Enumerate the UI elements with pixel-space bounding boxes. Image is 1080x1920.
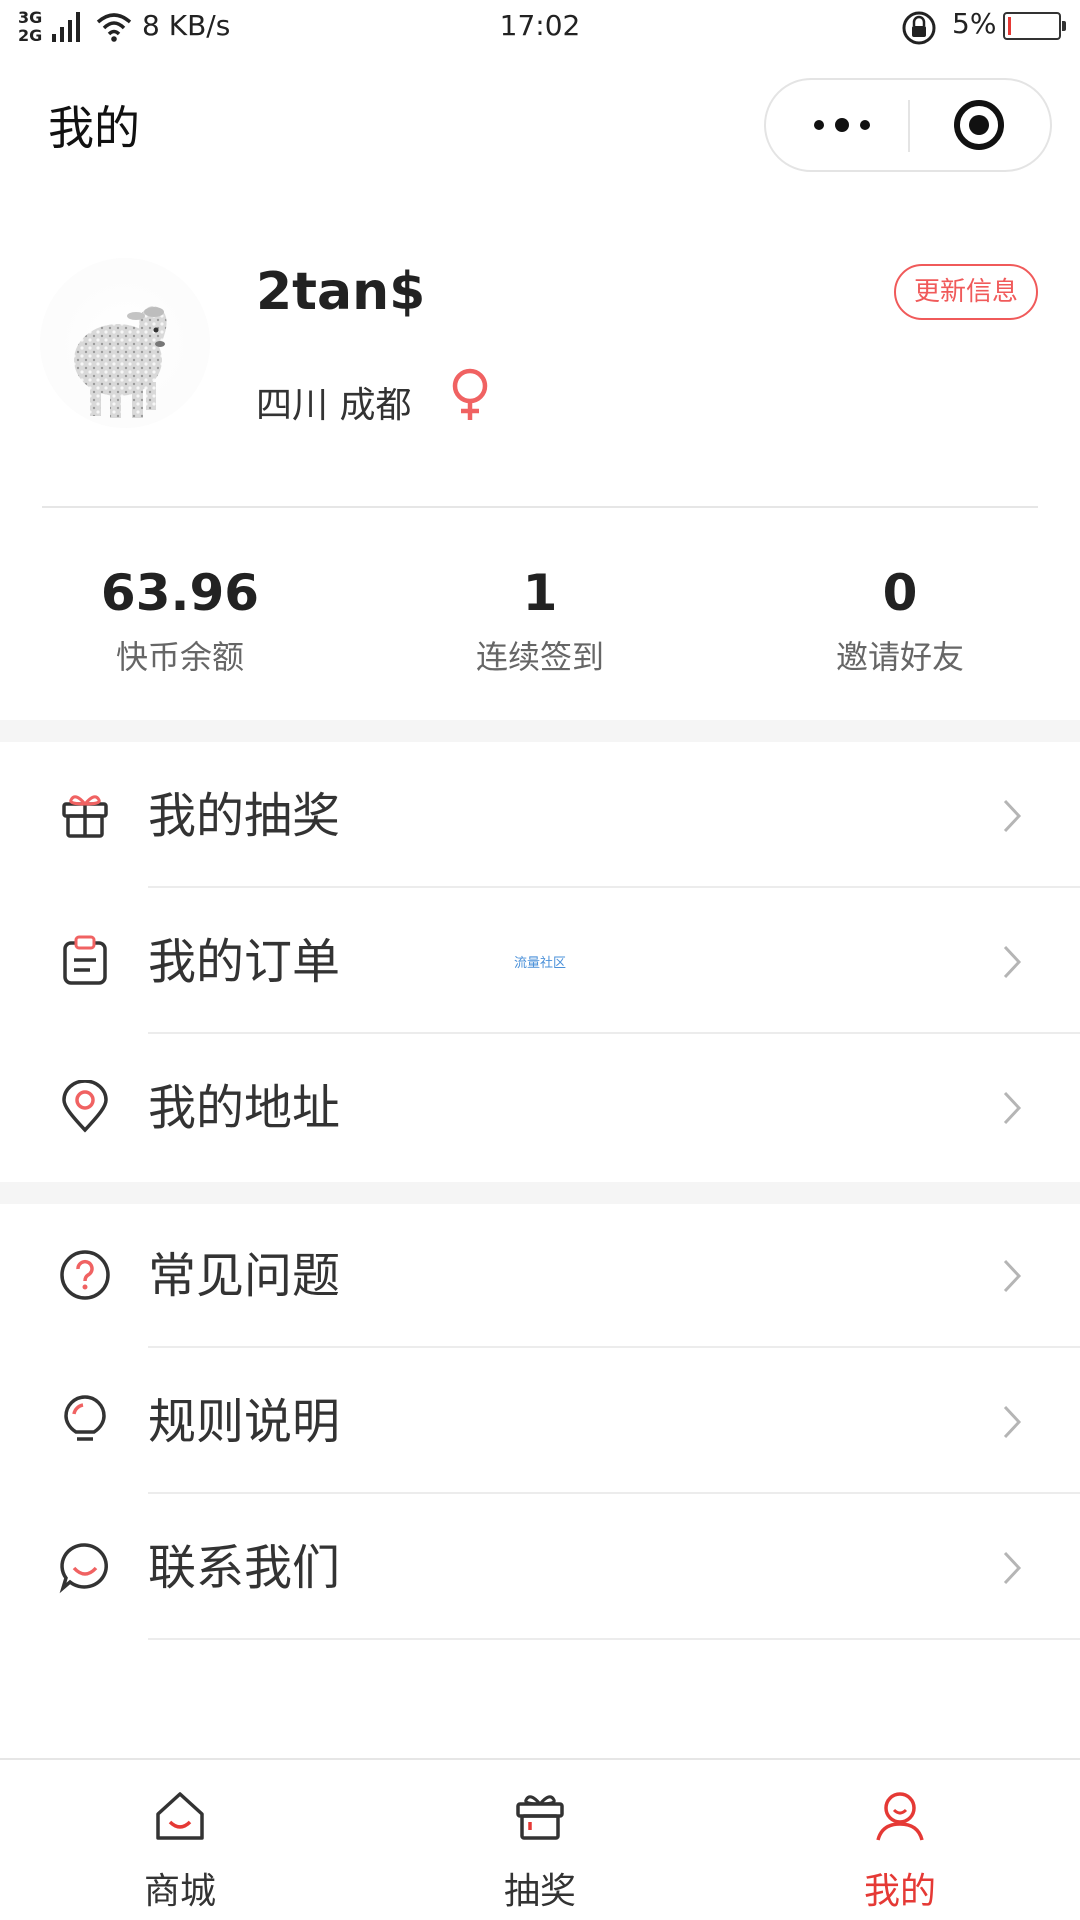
avatar[interactable] (40, 258, 210, 428)
stat-label: 连续签到 (475, 638, 604, 676)
tab-label: 我的 (863, 1871, 936, 1912)
menu-label: 联系我们 (148, 1540, 341, 1596)
chevron-right-icon (1003, 945, 1022, 979)
stat-coin-balance[interactable]: 63.96 快币余额 (30, 562, 330, 678)
mini-program-capsule (764, 78, 1052, 172)
menu-item-my-lottery[interactable]: 我的抽奖 (0, 742, 1080, 888)
capsule-divider (908, 100, 910, 152)
chevron-right-icon (1003, 1405, 1022, 1439)
menu-label: 规则说明 (148, 1394, 341, 1450)
stat-value: 1 (522, 564, 558, 622)
username: 2tan$ (256, 262, 426, 322)
more-button[interactable] (776, 80, 906, 170)
menu-item-my-address[interactable]: 我的地址 (0, 1034, 1080, 1180)
profile-divider (42, 506, 1038, 508)
menu-item-rules[interactable]: 规则说明 (0, 1348, 1080, 1494)
menu-label: 常见问题 (148, 1248, 341, 1304)
page-title: 我的 (48, 101, 140, 155)
section-gap (0, 720, 1080, 742)
tab-lottery[interactable]: 抽奖 (360, 1760, 720, 1920)
chat-smile-icon (59, 1543, 108, 1594)
stat-label: 邀请好友 (835, 638, 964, 676)
menu-label: 我的抽奖 (148, 788, 341, 844)
chevron-right-icon (1003, 1259, 1022, 1293)
chevron-right-icon (1003, 799, 1022, 833)
tab-label: 商城 (143, 1871, 216, 1912)
tab-bar: 商城 抽奖 我的 (0, 1758, 1080, 1920)
home-icon (156, 1792, 204, 1840)
menu-label: 我的订单 (148, 934, 341, 990)
more-dots-icon (814, 118, 870, 132)
menu-item-contact-us[interactable]: 联系我们 (0, 1494, 1080, 1640)
stat-value: 0 (882, 564, 918, 622)
watermark-text: 流量社区 (514, 956, 567, 971)
update-info-button[interactable]: 更新信息 (894, 264, 1038, 320)
menu-item-faq[interactable]: 常见问题 (0, 1202, 1080, 1348)
location-pin-icon (62, 1080, 108, 1133)
lightbulb-icon (64, 1395, 106, 1441)
battery-icon (1003, 12, 1066, 40)
stat-label: 快币余额 (115, 638, 244, 676)
sheep-avatar-icon (74, 306, 167, 418)
chevron-right-icon (1003, 1551, 1022, 1585)
user-location: 四川 成都 (256, 385, 412, 426)
gift-icon (62, 795, 108, 838)
menu-label: 我的地址 (148, 1080, 341, 1136)
female-gender-icon (452, 368, 488, 420)
clipboard-icon (63, 935, 107, 985)
gift-box-icon (516, 1795, 564, 1840)
section-gap (0, 1182, 1080, 1204)
phone-screen: 3G 2G 8 KB/s 17:02 5% 我的 2tan$ 四川 成都 更新信… (0, 0, 1080, 1920)
status-bar: 3G 2G 8 KB/s 17:02 5% (0, 0, 1080, 56)
tab-label: 抽奖 (503, 1871, 576, 1912)
user-icon (876, 1792, 924, 1841)
battery-percent: 5% (952, 7, 997, 40)
close-target-icon (954, 100, 1004, 150)
battery-fill (1008, 17, 1011, 35)
tab-mall[interactable]: 商城 (0, 1760, 360, 1920)
stat-value: 63.96 (100, 564, 260, 622)
close-button[interactable] (912, 80, 1044, 170)
stat-invite-friends[interactable]: 0 邀请好友 (750, 562, 1050, 678)
chevron-right-icon (1003, 1091, 1022, 1125)
menu-divider (148, 1638, 1080, 1640)
rotation-lock-icon (902, 11, 936, 45)
question-icon (60, 1250, 110, 1300)
stat-checkin-streak[interactable]: 1 连续签到 (390, 562, 690, 678)
tab-mine[interactable]: 我的 (720, 1760, 1080, 1920)
